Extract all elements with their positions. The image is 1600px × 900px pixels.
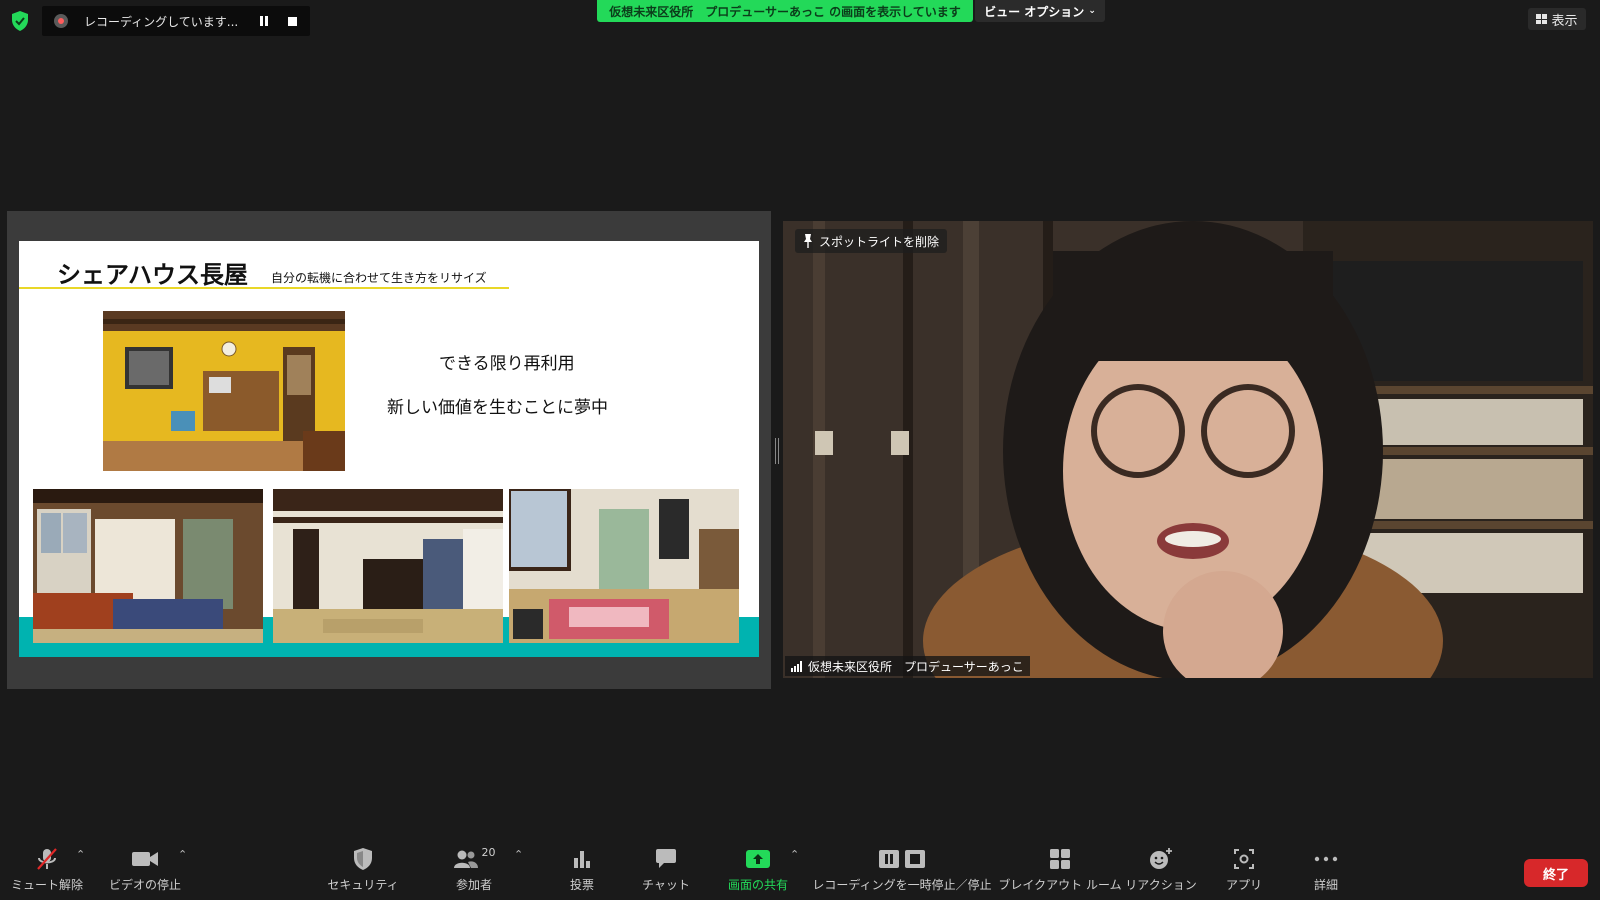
speaker-video-tile[interactable]: スポットライトを削除 仮想未来区役所 プロデューサーあっこ [783,221,1593,678]
participant-name: 仮想未来区役所 プロデューサーあっこ [808,659,1024,674]
participants-button[interactable]: 20 参加者 [444,836,504,900]
slide-text-line-1: できる限り再利用 [439,354,575,374]
chat-button[interactable]: チャット [636,836,696,900]
pause-recording-label: レコーディングを一時停止／停止 [812,878,992,892]
share-options-caret-icon[interactable]: ⌃ [790,848,799,861]
screen-share-banner: 仮想未来区役所 プロデューサーあっこ の画面を表示しています [597,0,973,22]
pause-recording-icon[interactable] [254,11,274,31]
presentation-slide: シェアハウス長屋 自分の転機に合わせて生き方をリサイズ できる限り再利用 新しい… [19,241,759,657]
breakout-rooms-label: ブレイクアウト ルーム [998,878,1122,892]
more-dots-icon [1314,856,1338,862]
apps-label: アプリ [1225,878,1262,892]
recording-dot-icon [54,14,68,28]
pause-icon [879,850,899,868]
polls-label: 投票 [569,878,594,892]
recording-status-text: レコーディングしています... [84,14,239,29]
slide-subtitle: 自分の転機に合わせて生き方をリサイズ [271,271,487,285]
more-label: 詳細 [1313,878,1338,892]
share-screen-icon [746,850,770,868]
remove-spotlight-button[interactable]: スポットライトを削除 [795,229,948,253]
participant-name-tag: 仮想未来区役所 プロデューサーあっこ [785,656,1030,676]
apps-icon [1234,849,1254,869]
security-label: セキュリティ [327,878,399,892]
speaker-video-feed [783,221,1593,678]
audio-options-caret-icon[interactable]: ⌃ [76,848,85,861]
signal-strength-icon [791,660,802,672]
security-shield-icon[interactable] [10,10,30,32]
resize-handle[interactable] [775,438,779,464]
video-options-caret-icon[interactable]: ⌃ [178,848,187,861]
stop-recording-icon[interactable] [282,11,302,31]
muted-microphone-icon [37,848,57,870]
room-photo-yellow [103,311,345,471]
reactions-label: リアクション [1125,878,1197,892]
breakout-rooms-icon [1050,849,1070,869]
remove-spotlight-label: スポットライトを削除 [819,234,940,249]
shield-icon [354,848,372,870]
view-layout-button[interactable]: 表示 [1528,8,1586,30]
unmute-button[interactable]: ミュート解除 [10,836,84,900]
stop-icon [905,850,925,868]
pin-icon [804,234,812,248]
view-options-label: ビュー オプション [984,4,1085,19]
video-camera-icon [132,852,158,866]
shared-screen[interactable]: シェアハウス長屋 自分の転機に合わせて生き方をリサイズ できる限り再利用 新しい… [7,211,771,689]
chat-label: チャット [642,878,690,892]
share-screen-label: 画面の共有 [727,878,788,892]
security-button[interactable]: セキュリティ [327,836,399,900]
share-screen-button[interactable]: 画面の共有 [722,836,794,900]
stop-video-label: ビデオの停止 [108,878,181,892]
slide-title: シェアハウス長屋 [57,261,249,289]
reactions-button[interactable]: リアクション [1124,836,1198,900]
more-button[interactable]: 詳細 [1300,836,1352,900]
chat-bubble-icon [656,849,676,868]
apps-button[interactable]: アプリ [1218,836,1270,900]
room-photo-3 [509,489,739,643]
smiley-plus-icon [1150,848,1172,869]
polls-button[interactable]: 投票 [554,836,610,900]
recording-indicator: レコーディングしています... [42,6,310,36]
stop-video-button[interactable]: ビデオの停止 [106,836,184,900]
unmute-label: ミュート解除 [10,878,83,892]
participants-options-caret-icon[interactable]: ⌃ [514,848,523,861]
room-photo-1 [33,489,263,643]
participant-count: 20 [481,846,496,859]
slide-text-line-2: 新しい価値を生むことに夢中 [387,398,608,418]
breakout-rooms-button[interactable]: ブレイクアウト ルーム [998,836,1122,900]
participants-icon [453,850,478,868]
meeting-toolbar: ミュート解除 ⌃ ビデオの停止 ⌃ セキュリティ 20 参加者 ⌃ 投票 チャッ… [0,836,1600,900]
bar-chart-icon [574,851,590,868]
participants-label: 参加者 [455,878,492,892]
room-photo-2 [273,489,503,643]
view-button-label: 表示 [1551,13,1578,29]
end-meeting-button[interactable]: 終了 [1524,859,1588,887]
chevron-down-icon: ⌄ [1088,6,1096,16]
grid-view-icon [1536,14,1548,24]
title-underline [19,287,509,289]
view-options-button[interactable]: ビュー オプション ⌄ [975,0,1105,22]
pause-stop-recording-button[interactable]: レコーディングを一時停止／停止 [812,836,992,900]
